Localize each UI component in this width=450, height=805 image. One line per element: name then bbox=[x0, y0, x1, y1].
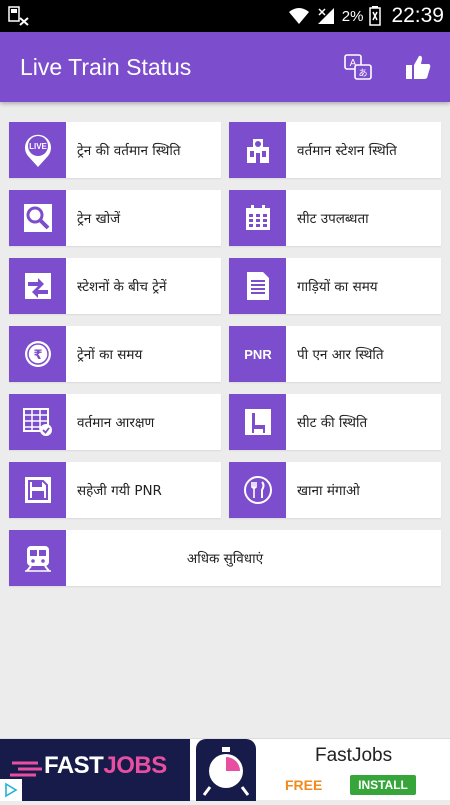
menu-grid: LIVE ट्रेन की वर्तमान स्थिति वर्तमान स्ट… bbox=[9, 122, 441, 598]
document-icon bbox=[246, 272, 269, 300]
menu-label: वर्तमान आरक्षण bbox=[77, 415, 155, 431]
search-icon bbox=[23, 204, 52, 232]
menu-seat-status[interactable]: सीट की स्थिति bbox=[229, 394, 441, 450]
menu-more-features[interactable]: अधिक सुविधाएं bbox=[9, 530, 441, 586]
station-icon bbox=[246, 139, 269, 163]
app-title: Live Train Status bbox=[20, 54, 192, 80]
menu-train-schedule[interactable]: गाड़ियों का समय bbox=[229, 258, 441, 314]
menu-seat-availability[interactable]: सीट उपलब्धता bbox=[229, 190, 441, 246]
menu-saved-pnr[interactable]: सहेजी गयी PNR bbox=[9, 462, 221, 518]
menu-label: खाना मंगाओ bbox=[297, 483, 360, 499]
ad-app-name: FastJobs bbox=[315, 745, 393, 766]
menu-label: पी एन आर स्थिति bbox=[297, 347, 384, 363]
menu-label: ट्रेन खोजें bbox=[77, 211, 121, 227]
wifi-icon bbox=[288, 8, 309, 24]
menu-label: स्टेशनों के बीच ट्रेनें bbox=[77, 279, 167, 295]
translate-icon[interactable]: A あ bbox=[343, 52, 373, 82]
menu-label: ट्रेनों का समय bbox=[77, 347, 143, 363]
signal-icon bbox=[317, 8, 334, 24]
swap-arrows-icon bbox=[24, 273, 51, 299]
menu-label: अधिक सुविधाएं bbox=[186, 551, 264, 567]
train-icon bbox=[24, 546, 51, 572]
speed-lines-icon bbox=[10, 761, 42, 777]
menu-pnr-status[interactable]: PNR पी एन आर स्थिति bbox=[229, 326, 441, 382]
sim-card-icon bbox=[8, 6, 29, 26]
svg-text:₹: ₹ bbox=[33, 348, 42, 363]
live-icon: LIVE bbox=[24, 134, 51, 167]
menu-train-fare[interactable]: ₹ ट्रेनों का समय bbox=[9, 326, 221, 382]
ad-install-button[interactable]: INSTALL bbox=[350, 775, 416, 795]
ad-brand-logo[interactable]: FASTJOBS bbox=[0, 739, 190, 801]
rupee-icon: ₹ bbox=[24, 341, 51, 367]
menu-find-train[interactable]: ट्रेन खोजें bbox=[9, 190, 221, 246]
thumbs-up-icon[interactable] bbox=[403, 52, 433, 82]
menu-current-station-status[interactable]: वर्तमान स्टेशन स्थिति bbox=[229, 122, 441, 178]
menu-label: ट्रेन की वर्तमान स्थिति bbox=[77, 143, 181, 159]
clock: 22:39 bbox=[391, 4, 444, 27]
svg-text:あ: あ bbox=[358, 68, 367, 79]
ad-price-label: FREE bbox=[285, 777, 323, 793]
menu-order-food[interactable]: खाना मंगाओ bbox=[229, 462, 441, 518]
ad-banner[interactable]: FASTJOBS FastJobs FREE INSTALL bbox=[0, 738, 450, 801]
svg-text:PNR: PNR bbox=[244, 347, 272, 362]
table-check-icon bbox=[22, 408, 52, 436]
menu-live-train-status[interactable]: LIVE ट्रेन की वर्तमान स्थिति bbox=[9, 122, 221, 178]
adchoices-icon[interactable] bbox=[0, 779, 22, 801]
app-bar: Live Train Status A あ bbox=[0, 32, 450, 102]
food-icon bbox=[243, 476, 272, 504]
save-icon bbox=[24, 477, 51, 503]
ad-app-icon[interactable] bbox=[196, 739, 256, 801]
menu-label: सहेजी गयी PNR bbox=[77, 483, 162, 499]
menu-current-reservation[interactable]: वर्तमान आरक्षण bbox=[9, 394, 221, 450]
menu-label: गाड़ियों का समय bbox=[297, 279, 378, 295]
menu-label: सीट उपलब्धता bbox=[297, 211, 369, 227]
ad-brand-jobs: JOBS bbox=[103, 752, 167, 779]
calendar-icon bbox=[245, 205, 270, 230]
ad-brand-fast: FAST bbox=[44, 752, 104, 779]
battery-percent: 2% bbox=[341, 7, 364, 25]
menu-label: वर्तमान स्टेशन स्थिति bbox=[297, 143, 397, 159]
battery-icon bbox=[369, 6, 382, 26]
menu-trains-between-stations[interactable]: स्टेशनों के बीच ट्रेनें bbox=[9, 258, 221, 314]
pnr-icon: PNR bbox=[244, 347, 272, 362]
menu-label: सीट की स्थिति bbox=[297, 415, 368, 431]
stopwatch-icon bbox=[202, 747, 250, 796]
svg-text:LIVE: LIVE bbox=[29, 142, 47, 151]
status-bar: 2% 22:39 bbox=[0, 0, 450, 32]
seat-icon bbox=[244, 409, 271, 435]
